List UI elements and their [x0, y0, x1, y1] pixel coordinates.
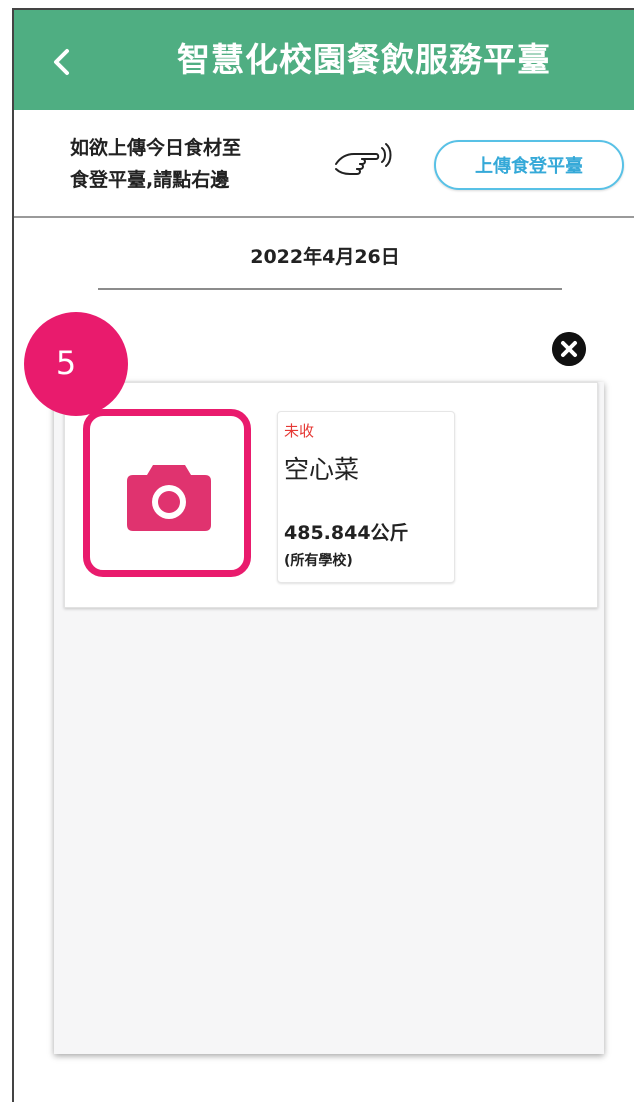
upload-hint-line2: 食登平臺,請點右邊 [70, 169, 230, 191]
upload-platform-button[interactable]: 上傳食登平臺 [434, 140, 624, 190]
date-label: 2022年4月26日 [250, 246, 400, 268]
food-item-card: 未收 空心菜 485.844公斤 (所有學校) [64, 382, 598, 608]
item-panel: 未收 空心菜 485.844公斤 (所有學校) [54, 382, 604, 1054]
upload-hint-line1: 如欲上傳今日食材至 [70, 137, 242, 159]
food-weight: 485.844公斤 [284, 522, 409, 544]
page-title: 智慧化校園餐飲服務平臺 [177, 40, 551, 79]
upload-hint: 如欲上傳今日食材至 食登平臺,請點右邊 [70, 132, 241, 196]
pointing-hand-icon [335, 143, 392, 175]
receive-status: 未收 [284, 422, 315, 440]
school-scope: (所有學校) [284, 553, 353, 569]
app-screen: 智慧化校園餐飲服務平臺 如欲上傳今日食材至 食登平臺,請點右邊 上傳食登平臺 2… [12, 8, 634, 1102]
camera-icon [127, 465, 211, 531]
photo-upload-button[interactable] [83, 409, 251, 577]
food-name: 空心菜 [284, 455, 360, 484]
chevron-left-icon[interactable] [48, 48, 76, 76]
step-badge: 5 [24, 312, 128, 416]
food-info: 未收 空心菜 485.844公斤 (所有學校) [277, 411, 455, 583]
close-icon[interactable] [552, 332, 586, 366]
app-header: 智慧化校園餐飲服務平臺 [14, 10, 634, 110]
upload-bar: 如欲上傳今日食材至 食登平臺,請點右邊 上傳食登平臺 [14, 110, 634, 218]
date-divider [98, 288, 562, 290]
